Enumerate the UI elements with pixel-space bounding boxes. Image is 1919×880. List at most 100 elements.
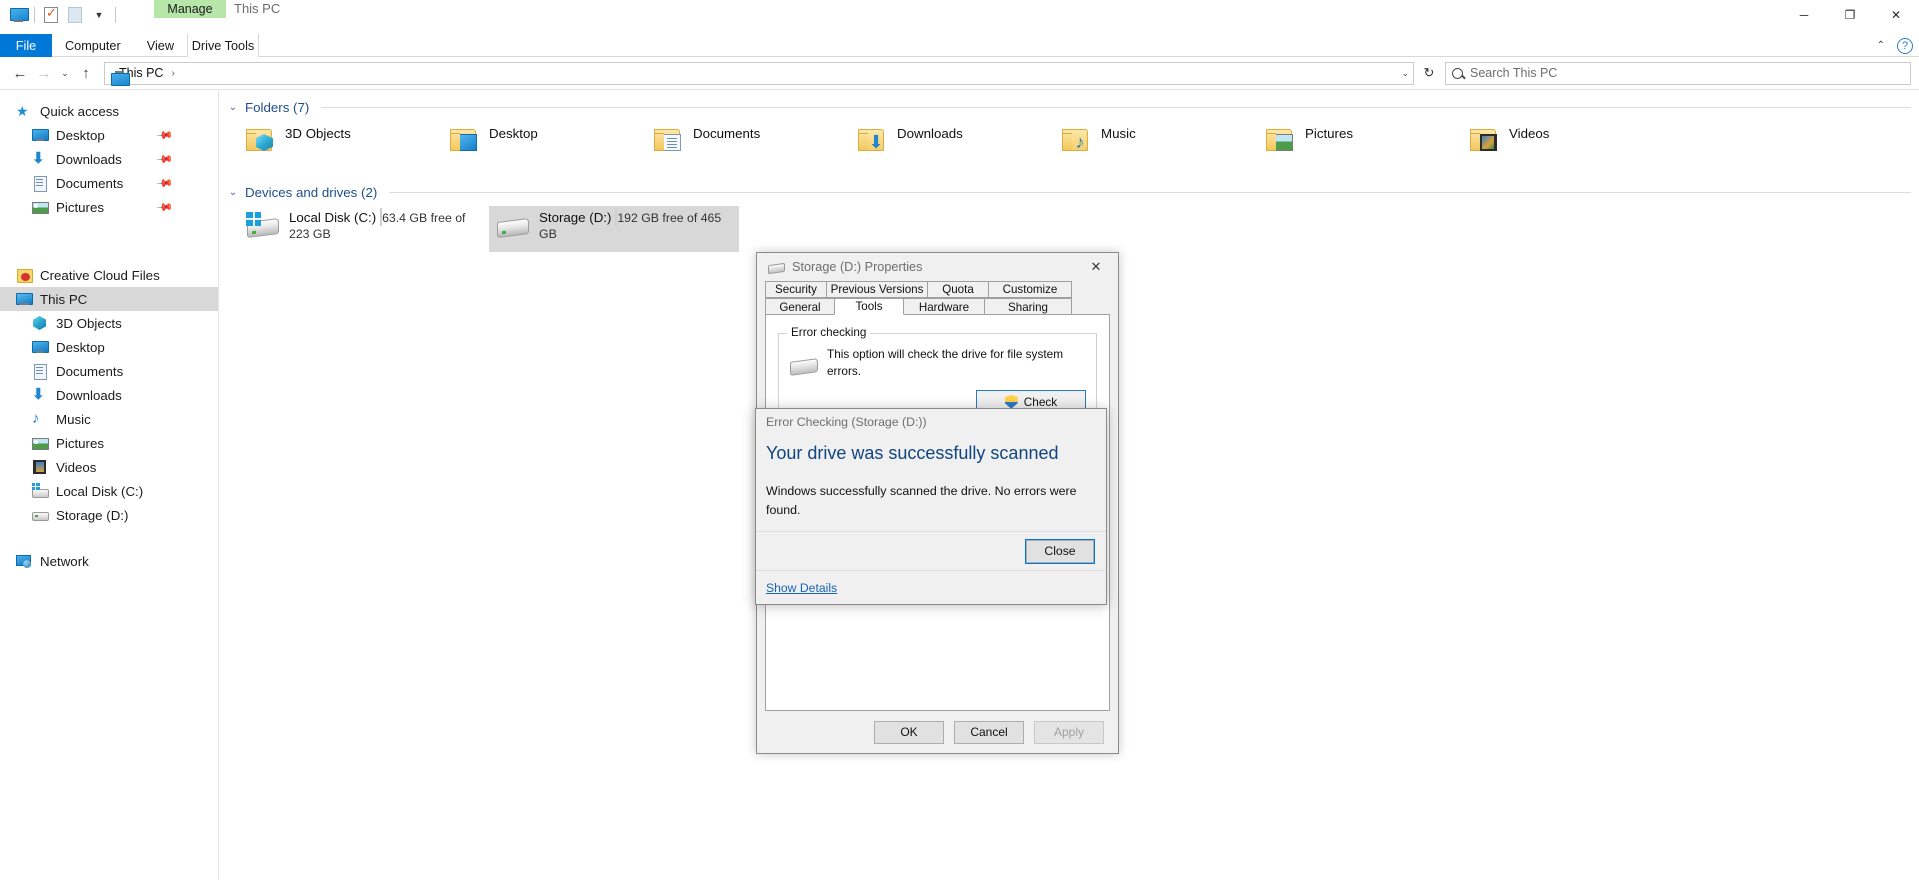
folder-tile-3d-objects[interactable]: 3D Objects xyxy=(239,121,443,167)
tab-drive-tools[interactable]: Drive Tools xyxy=(187,34,259,57)
minimize-button[interactable]: ─ xyxy=(1781,0,1827,30)
sidebar-item-this-pc[interactable]: This PC xyxy=(0,287,218,311)
contextual-tab-manage[interactable]: Manage xyxy=(154,0,226,18)
sidebar-item-label: Documents xyxy=(56,175,124,191)
music-icon: ♪ xyxy=(32,410,40,427)
tab-tools[interactable]: Tools xyxy=(834,298,904,315)
back-button[interactable]: ← xyxy=(8,61,32,85)
properties-tab-strip: Security Previous Versions Quota Customi… xyxy=(757,281,1118,315)
group-legend: Error checking xyxy=(787,326,871,339)
address-input[interactable]: This PC › ⌄ xyxy=(104,61,1414,85)
sidebar-item-downloads[interactable]: ⬇ Downloads xyxy=(0,383,218,407)
folder-tile-desktop[interactable]: Desktop xyxy=(443,121,647,167)
sidebar-item-pictures-qa[interactable]: Pictures 📌 xyxy=(0,195,218,219)
address-dropdown-icon[interactable]: ⌄ xyxy=(1401,68,1409,79)
pin-icon: 📌 xyxy=(155,126,174,145)
quick-access-toolbar: ▼ xyxy=(0,0,126,26)
close-button[interactable]: Close xyxy=(1025,538,1095,564)
tab-security[interactable]: Security xyxy=(765,281,827,298)
drive-tile-local-disk-c[interactable]: Local Disk (C:) 63.4 GB free of 223 GB xyxy=(239,206,489,252)
search-input[interactable]: Search This PC xyxy=(1445,61,1911,85)
chevron-down-icon[interactable]: ⌄ xyxy=(227,187,239,198)
up-button[interactable]: ↑ xyxy=(74,61,98,85)
creative-cloud-icon xyxy=(16,267,33,283)
tab-previous-versions[interactable]: Previous Versions xyxy=(826,281,928,298)
sidebar-gap-3 xyxy=(0,527,218,549)
tab-sharing[interactable]: Sharing xyxy=(984,298,1072,315)
sidebar-item-label: This PC xyxy=(40,291,88,307)
sidebar-item-documents-qa[interactable]: Documents 📌 xyxy=(0,171,218,195)
sidebar-item-quick-access[interactable]: ★ Quick access xyxy=(0,99,218,123)
sidebar-item-desktop-qa[interactable]: Desktop 📌 xyxy=(0,123,218,147)
dialog-close-button[interactable]: ✕ xyxy=(1074,253,1118,281)
sidebar-item-label: Pictures xyxy=(56,199,105,215)
sidebar-item-creative-cloud-files[interactable]: Creative Cloud Files xyxy=(0,263,218,287)
tab-general[interactable]: General xyxy=(765,298,835,315)
group-header-devices-and-drives[interactable]: ⌄ Devices and drives (2) xyxy=(219,185,1919,200)
sidebar-item-documents[interactable]: Documents xyxy=(0,359,218,383)
chevron-up-icon[interactable]: ⌃ xyxy=(1877,40,1885,51)
chevron-down-icon[interactable]: ⌄ xyxy=(227,102,239,113)
sidebar-item-network[interactable]: Network xyxy=(0,549,218,573)
3d-objects-icon xyxy=(32,315,48,331)
sidebar-item-storage-d[interactable]: Storage (D:) xyxy=(0,503,218,527)
sidebar-item-pictures[interactable]: Pictures xyxy=(0,431,218,455)
dialog-title-bar: Storage (D:) Properties ✕ xyxy=(757,253,1118,281)
dialog-title: Storage (D:) Properties xyxy=(792,260,923,274)
close-button[interactable]: ✕ xyxy=(1873,0,1919,30)
new-folder-icon[interactable] xyxy=(63,4,87,26)
folder-label: 3D Objects xyxy=(285,126,351,141)
tab-file[interactable]: File xyxy=(0,34,52,57)
documents-icon xyxy=(32,363,48,380)
folder-tile-videos[interactable]: Videos xyxy=(1463,121,1667,167)
maximize-button[interactable]: ❐ xyxy=(1827,0,1873,30)
refresh-button[interactable]: ↻ xyxy=(1416,62,1442,85)
tab-quota[interactable]: Quota xyxy=(927,281,989,298)
sidebar-item-downloads-qa[interactable]: ⬇ Downloads 📌 xyxy=(0,147,218,171)
group-header-folders[interactable]: ⌄ Folders (7) xyxy=(219,100,1919,115)
tab-view[interactable]: View xyxy=(134,34,187,57)
window-title: This PC xyxy=(234,1,281,16)
properties-tab-row-bottom: General Tools Hardware Sharing xyxy=(765,298,1110,315)
sidebar-item-label: Local Disk (C:) xyxy=(56,483,144,499)
forward-button[interactable]: → xyxy=(32,61,56,85)
error-checking-message: Windows successfully scanned the drive. … xyxy=(766,484,1077,517)
properties-tab-row-top: Security Previous Versions Quota Customi… xyxy=(765,281,1110,298)
recent-locations-icon[interactable]: ⌄ xyxy=(56,61,74,85)
drive-icon xyxy=(32,507,49,523)
monitor-icon[interactable] xyxy=(6,4,30,26)
group-divider xyxy=(389,192,1911,193)
tab-hardware[interactable]: Hardware xyxy=(903,298,985,315)
navigation-pane: ★ Quick access Desktop 📌 ⬇ Downloads 📌 D… xyxy=(0,90,219,880)
folder-tile-pictures[interactable]: Pictures xyxy=(1259,121,1463,167)
sidebar-item-3d-objects[interactable]: 3D Objects xyxy=(0,311,218,335)
properties-icon[interactable] xyxy=(39,4,63,26)
folder-icon: ♪ xyxy=(1059,123,1093,157)
sidebar-item-local-disk-c[interactable]: Local Disk (C:) xyxy=(0,479,218,503)
drive-tile-storage-d[interactable]: Storage (D:) 192 GB free of 465 GB xyxy=(489,206,739,252)
folder-label: Documents xyxy=(693,126,761,141)
ok-button[interactable]: OK xyxy=(874,720,944,744)
sidebar-item-label: Documents xyxy=(56,363,124,379)
help-icon[interactable]: ? xyxy=(1897,37,1913,54)
folder-tile-music[interactable]: ♪ Music xyxy=(1055,121,1259,167)
pin-icon: 📌 xyxy=(155,198,174,217)
sidebar-item-desktop[interactable]: Desktop xyxy=(0,335,218,359)
show-details-link[interactable]: Show Details xyxy=(766,581,837,595)
sidebar-item-videos[interactable]: Videos xyxy=(0,455,218,479)
cancel-button[interactable]: Cancel xyxy=(954,720,1024,744)
folder-tile-downloads[interactable]: ⬇ Downloads xyxy=(851,121,1055,167)
tab-customize[interactable]: Customize xyxy=(988,281,1072,298)
group-title: Folders (7) xyxy=(245,100,310,115)
tab-computer[interactable]: Computer xyxy=(52,34,134,57)
check-button-label: Check xyxy=(1023,394,1058,409)
folder-icon xyxy=(1263,123,1297,157)
folders-tile-list: 3D Objects Desktop Documents ⬇ Downloads xyxy=(219,121,1919,167)
sidebar-item-music[interactable]: ♪ Music xyxy=(0,407,218,431)
customize-chevron-icon[interactable]: ▼ xyxy=(87,4,111,26)
drive-icon xyxy=(789,356,817,378)
breadcrumb-separator[interactable]: › xyxy=(165,68,180,79)
network-icon xyxy=(16,553,32,569)
folder-tile-documents[interactable]: Documents xyxy=(647,121,851,167)
